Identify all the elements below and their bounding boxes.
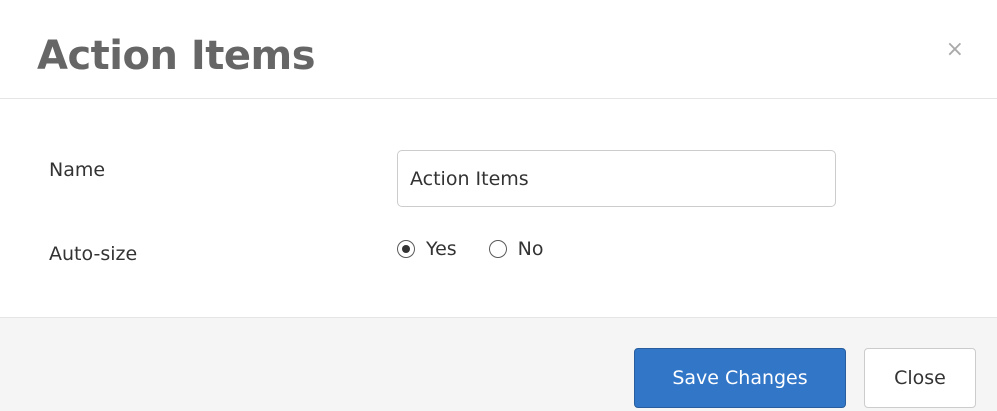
save-changes-button[interactable]: Save Changes xyxy=(634,348,846,408)
autosize-no-option[interactable]: No xyxy=(488,238,544,260)
name-label: Name xyxy=(49,159,106,181)
close-button[interactable]: Close xyxy=(864,348,976,408)
dialog-footer: Save Changes Close xyxy=(0,317,997,411)
autosize-label: Auto-size xyxy=(49,243,138,265)
close-icon[interactable]: × xyxy=(946,36,964,64)
dialog-body: Name Auto-size Yes No xyxy=(0,99,997,317)
autosize-yes-option[interactable]: Yes xyxy=(397,238,457,260)
autosize-no-label: No xyxy=(517,238,544,260)
radio-dot xyxy=(402,245,410,253)
radio-unchecked-icon[interactable] xyxy=(488,240,507,258)
dialog-header: Action Items × xyxy=(0,0,997,99)
autosize-yes-label: Yes xyxy=(426,238,457,260)
autosize-radio-group: Yes No xyxy=(397,233,576,265)
dialog-title: Action Items xyxy=(37,33,316,79)
name-input[interactable] xyxy=(397,150,836,207)
radio-checked-icon[interactable] xyxy=(397,240,415,258)
action-items-dialog: Action Items × Name Auto-size Yes No Sav… xyxy=(0,0,997,411)
